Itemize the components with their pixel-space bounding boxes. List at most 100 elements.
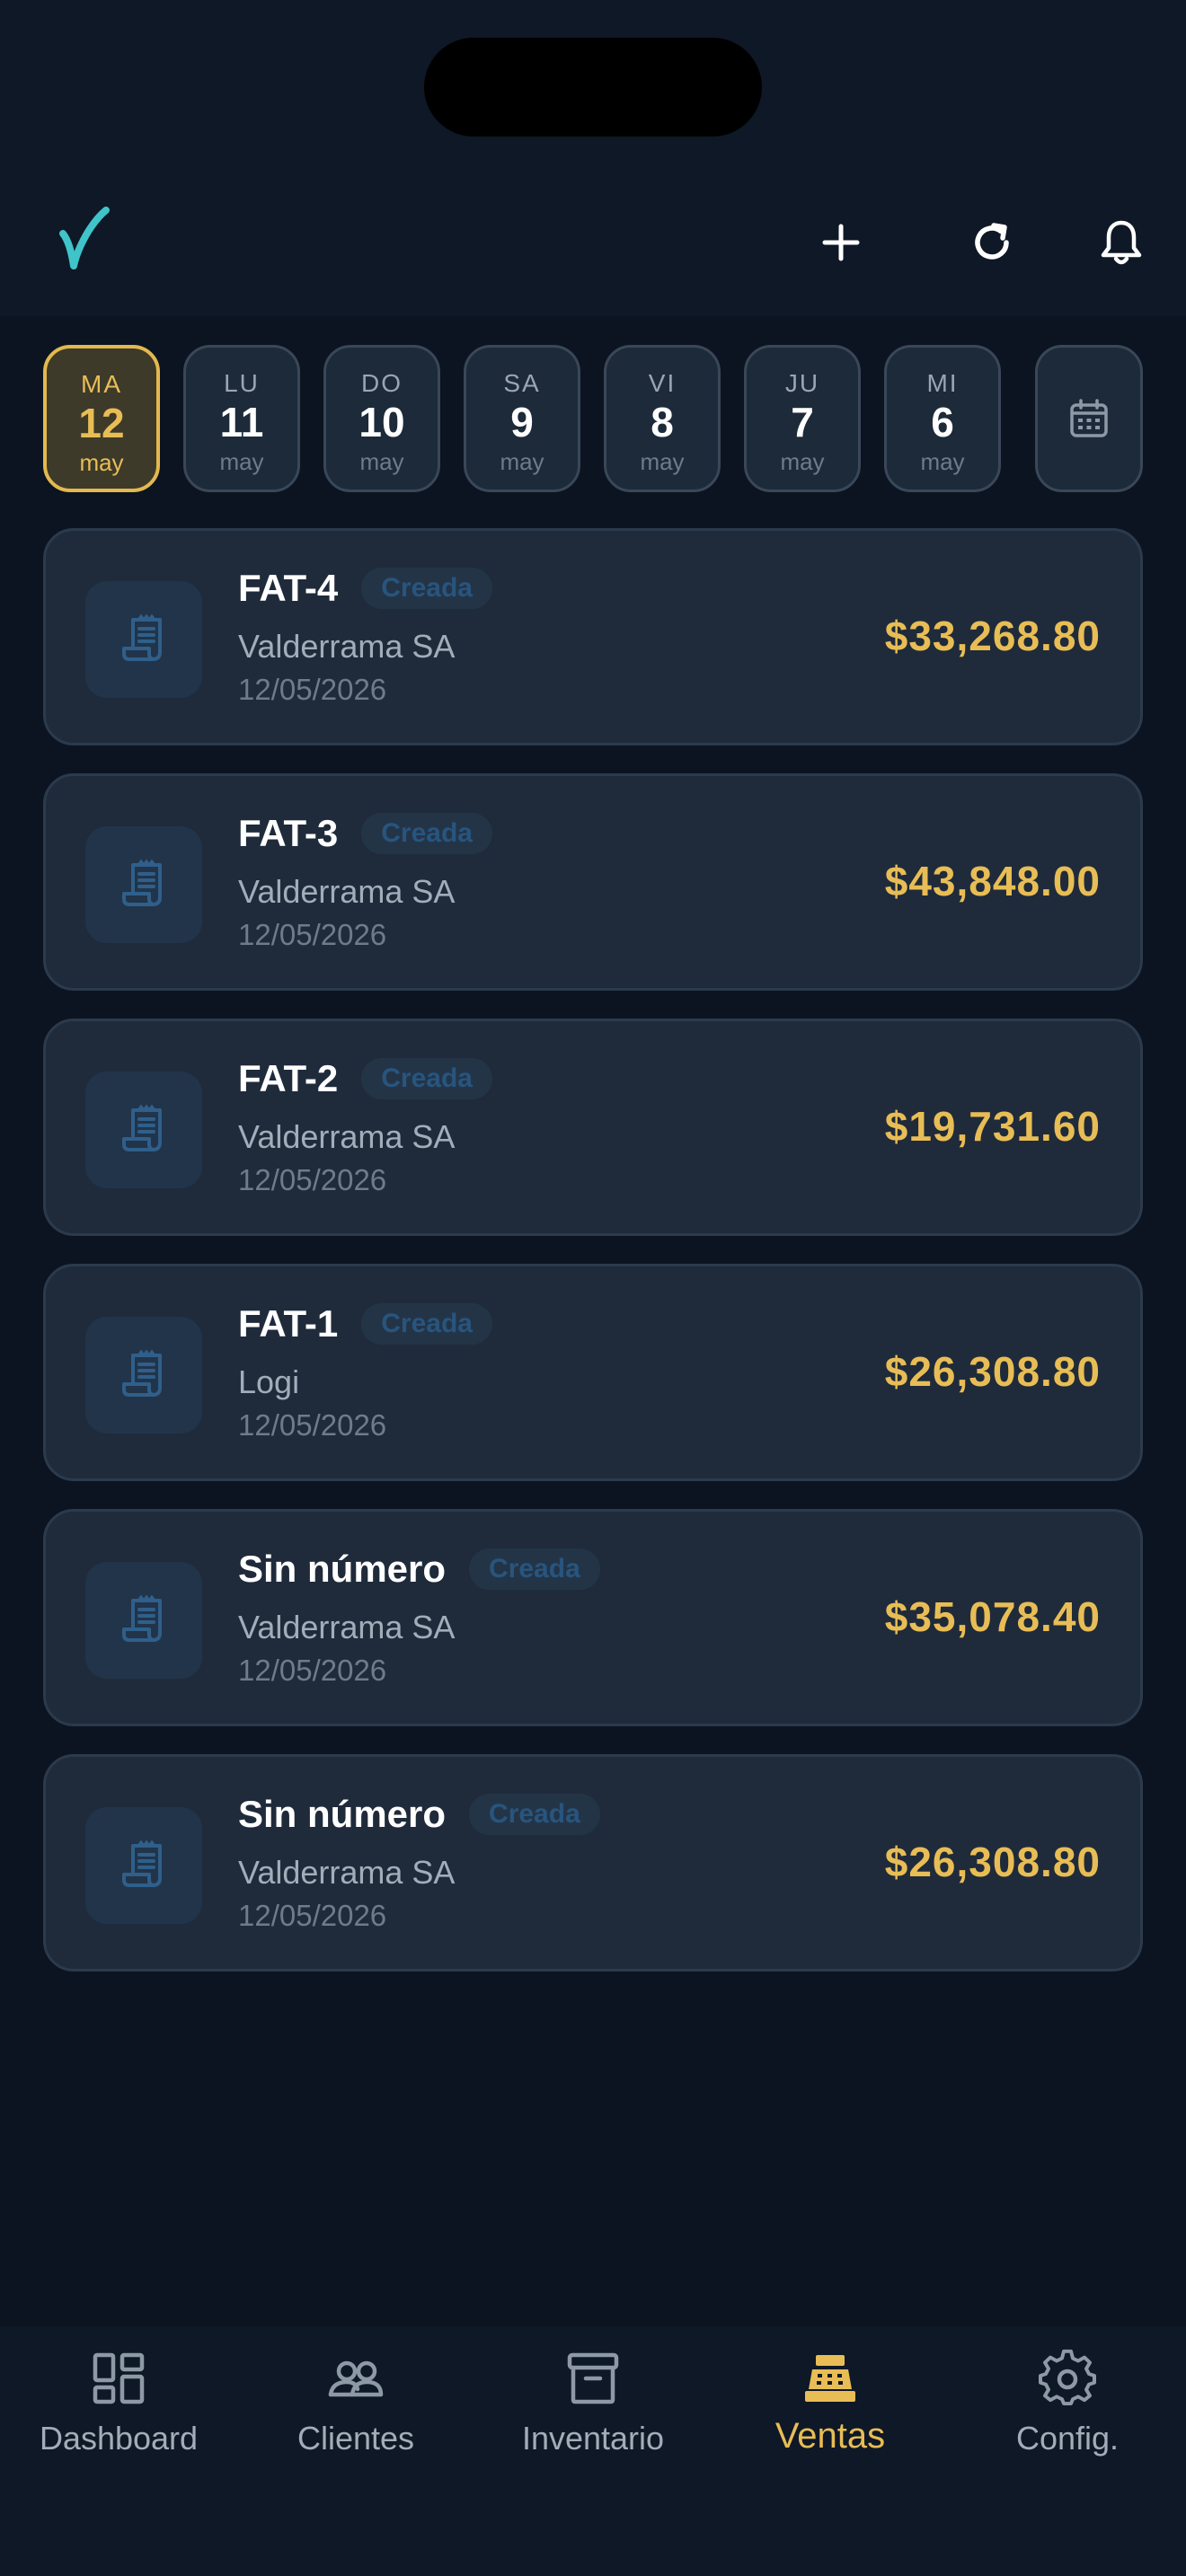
tab-label: Dashboard — [39, 2420, 199, 2457]
day-number: 11 — [219, 399, 264, 446]
refresh-button[interactable] — [956, 207, 1028, 278]
invoice-number: FAT-1 — [238, 1302, 339, 1345]
client-name: Valderrama SA — [238, 1609, 456, 1645]
day-number: 7 — [791, 399, 814, 446]
receipt-icon — [85, 581, 202, 698]
invoice-date: 12/05/2026 — [238, 1163, 387, 1196]
day-chip-6[interactable]: MI 6 may — [884, 345, 1001, 492]
status-bar — [0, 0, 1186, 171]
add-button[interactable] — [805, 207, 877, 278]
day-number: 9 — [510, 399, 534, 446]
client-name: Valderrama SA — [238, 1854, 456, 1891]
invoice-list: FAT-4 Creada Valderrama SA 12/05/2026 $3… — [43, 528, 1143, 1999]
day-month: may — [920, 448, 965, 475]
invoice-amount: $26,308.80 — [884, 1348, 1101, 1395]
invoice-number: Sin número — [238, 1793, 447, 1835]
tab-clientes[interactable]: Clientes — [237, 2326, 474, 2506]
status-badge: Creada — [469, 1548, 600, 1590]
tab-label: Ventas — [774, 2416, 886, 2456]
day-number: 8 — [651, 399, 674, 446]
invoice-number: FAT-2 — [238, 1057, 339, 1099]
status-badge: Creada — [361, 1058, 492, 1099]
day-of-week: JU — [784, 369, 820, 397]
client-name: Logi — [238, 1363, 300, 1400]
dashboard-icon — [93, 2352, 145, 2404]
dynamic-island — [424, 38, 762, 137]
invoice-card[interactable]: FAT-3 Creada Valderrama SA 12/05/2026 $4… — [43, 773, 1143, 991]
invoice-number: Sin número — [238, 1548, 447, 1590]
receipt-icon — [85, 1562, 202, 1679]
day-month: may — [219, 448, 264, 475]
day-number: 10 — [358, 399, 405, 446]
cash-register-icon — [805, 2355, 855, 2402]
invoice-amount: $33,268.80 — [884, 613, 1101, 659]
day-month: may — [640, 448, 685, 475]
refresh-icon — [975, 223, 1009, 260]
plus-icon — [822, 224, 860, 261]
tab-label: Clientes — [296, 2420, 415, 2457]
day-of-week: VI — [648, 369, 677, 397]
day-number: 6 — [931, 399, 954, 446]
day-chip-10[interactable]: DO 10 may — [323, 345, 440, 492]
invoice-date: 12/05/2026 — [238, 673, 387, 706]
day-of-week: MI — [926, 369, 959, 397]
day-of-week: LU — [224, 369, 260, 397]
invoice-amount: $19,731.60 — [884, 1103, 1101, 1150]
calendar-icon — [1070, 399, 1108, 437]
day-number: 12 — [78, 400, 125, 446]
tab-dashboard[interactable]: Dashboard — [0, 2326, 237, 2506]
day-chip-11[interactable]: LU 11 may — [183, 345, 300, 492]
day-month: may — [79, 449, 124, 476]
calendar-picker-button[interactable] — [1035, 345, 1143, 492]
invoice-card[interactable]: FAT-2 Creada Valderrama SA 12/05/2026 $1… — [43, 1019, 1143, 1236]
tab-label: Inventario — [521, 2420, 665, 2457]
tab-ventas[interactable]: Ventas — [712, 2326, 949, 2506]
invoice-card[interactable]: Sin número Creada Valderrama SA 12/05/20… — [43, 1754, 1143, 1972]
invoice-date: 12/05/2026 — [238, 1408, 387, 1442]
receipt-icon — [85, 1072, 202, 1188]
bottom-tab-bar: Dashboard Clientes Inventario Ventas Con… — [0, 2326, 1186, 2576]
day-chip-7[interactable]: JU 7 may — [744, 345, 861, 492]
day-chip-12[interactable]: MA 12 may — [43, 345, 160, 492]
invoice-card[interactable]: Sin número Creada Valderrama SA 12/05/20… — [43, 1509, 1143, 1726]
notifications-button[interactable] — [1085, 207, 1157, 278]
bell-icon — [1101, 220, 1142, 265]
invoice-number: FAT-4 — [238, 567, 339, 609]
gear-icon — [1039, 2349, 1096, 2405]
client-name: Valderrama SA — [238, 1118, 456, 1155]
invoice-card[interactable]: FAT-1 Creada Logi 12/05/2026 $26,308.80 — [43, 1264, 1143, 1481]
tab-inventario[interactable]: Inventario — [474, 2326, 712, 2506]
invoice-number: FAT-3 — [238, 812, 339, 854]
invoice-date: 12/05/2026 — [238, 918, 387, 951]
day-month: may — [780, 448, 825, 475]
day-month: may — [359, 448, 404, 475]
invoice-amount: $43,848.00 — [884, 858, 1101, 904]
day-chip-8[interactable]: VI 8 may — [604, 345, 721, 492]
invoice-amount: $35,078.40 — [884, 1593, 1101, 1640]
invoice-amount: $26,308.80 — [884, 1839, 1101, 1885]
day-of-week: DO — [361, 369, 403, 397]
status-badge: Creada — [361, 1303, 492, 1345]
status-badge: Creada — [361, 813, 492, 854]
receipt-icon — [85, 1317, 202, 1434]
receipt-icon — [85, 1807, 202, 1924]
day-of-week: SA — [503, 369, 541, 397]
tab-config[interactable]: Config. — [949, 2326, 1186, 2506]
status-badge: Creada — [469, 1794, 600, 1835]
client-name: Valderrama SA — [238, 873, 456, 910]
inventory-icon — [567, 2352, 619, 2404]
status-badge: Creada — [361, 568, 492, 609]
tab-label: Config. — [1015, 2420, 1120, 2457]
invoice-date: 12/05/2026 — [238, 1899, 387, 1932]
day-of-week: MA — [81, 370, 122, 398]
receipt-icon — [85, 826, 202, 943]
invoice-card[interactable]: FAT-4 Creada Valderrama SA 12/05/2026 $3… — [43, 528, 1143, 745]
invoice-date: 12/05/2026 — [238, 1654, 387, 1687]
day-month: may — [500, 448, 544, 475]
clients-icon — [328, 2360, 384, 2397]
client-name: Valderrama SA — [238, 628, 456, 665]
day-chip-9[interactable]: SA 9 may — [464, 345, 580, 492]
date-selector: MA 12 may LU 11 may DO 10 may SA 9 may V… — [0, 345, 1186, 496]
app-header — [0, 171, 1186, 316]
app-logo — [58, 207, 111, 278]
